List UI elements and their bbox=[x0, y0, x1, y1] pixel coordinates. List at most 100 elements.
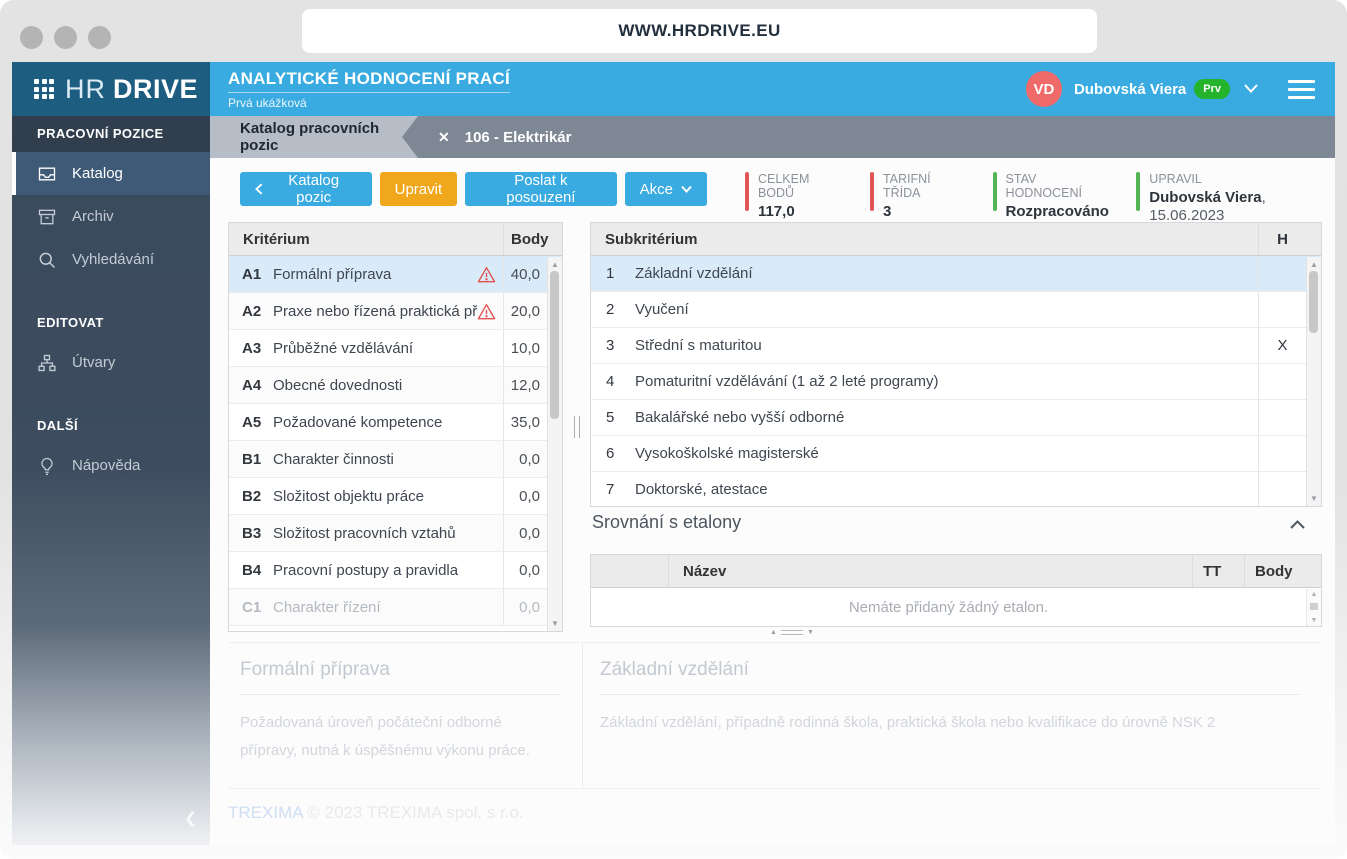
criteria-code: C1 bbox=[229, 599, 267, 616]
column-header-nazev: Název bbox=[669, 563, 1192, 580]
edit-button[interactable]: Upravit bbox=[380, 172, 458, 206]
scroll-down-icon[interactable]: ▼ bbox=[1307, 494, 1321, 503]
avatar: VD bbox=[1026, 71, 1062, 107]
criteria-value: 0,0 bbox=[503, 515, 547, 551]
send-button-label: Poslat k posouzení bbox=[480, 172, 601, 206]
close-icon[interactable]: ✕ bbox=[438, 129, 450, 146]
scroll-down-icon[interactable]: ▼ bbox=[1307, 617, 1321, 624]
stat-block: TARIFNÍ TŘÍDA 3 bbox=[870, 172, 967, 225]
chevron-left-icon bbox=[255, 183, 263, 195]
etalon-section-title: Srovnání s etalony bbox=[592, 512, 741, 533]
criteria-table-header: Kritérium Body bbox=[229, 223, 562, 256]
stat-value: Rozpracováno bbox=[1006, 203, 1109, 220]
browser-window: WWW.HRDRIVE.EU HR DRIVE ANALYTICKÉ HODNO… bbox=[0, 0, 1347, 859]
window-dot-icon[interactable] bbox=[54, 26, 77, 49]
subcriteria-scrollbar[interactable]: ▲ ▼ bbox=[1306, 257, 1321, 506]
scroll-up-icon[interactable]: ▲ bbox=[1307, 260, 1321, 269]
address-bar[interactable]: WWW.HRDRIVE.EU bbox=[302, 9, 1097, 53]
app-logo[interactable]: HR DRIVE bbox=[12, 62, 210, 116]
sidebar-item-label: Nápověda bbox=[72, 457, 140, 474]
back-to-catalog-button[interactable]: Katalog pozic bbox=[240, 172, 372, 206]
criteria-row[interactable]: A5 Požadované kompetence 35,0 bbox=[229, 404, 562, 441]
subcriteria-row[interactable]: 6 Vysokoškolské magisterské bbox=[591, 436, 1321, 472]
scrollbar-thumb[interactable] bbox=[1309, 271, 1318, 333]
sidebar-item-napoveda[interactable]: Nápověda bbox=[12, 444, 210, 487]
user-menu[interactable]: VD Dubovská Viera Prv bbox=[1026, 62, 1335, 116]
chevron-down-icon[interactable] bbox=[1244, 80, 1258, 98]
sidebar-item-katalog[interactable]: Katalog bbox=[12, 152, 210, 195]
criteria-code: A2 bbox=[229, 303, 267, 320]
column-header-blank bbox=[591, 555, 669, 587]
sidebar-collapse-chevron-icon[interactable]: ❮ bbox=[184, 809, 197, 827]
actions-dropdown-button[interactable]: Akce bbox=[625, 172, 707, 206]
subcriteria-label: Střední s maturitou bbox=[635, 337, 1258, 354]
subcriteria-number: 2 bbox=[591, 301, 635, 318]
criteria-code: A4 bbox=[229, 377, 267, 394]
stat-color-bar bbox=[993, 172, 997, 211]
criteria-row[interactable]: C1 Charakter řízení 0,0 bbox=[229, 589, 562, 626]
tab-active-position[interactable]: ✕ 106 - Elektrikár bbox=[438, 116, 571, 158]
main-content: Katalog pozic Upravit Poslat k posouzení… bbox=[210, 158, 1335, 845]
subcriteria-row[interactable]: 2 Vyučení bbox=[591, 292, 1321, 328]
window-dot-icon[interactable] bbox=[20, 26, 43, 49]
subcriteria-label: Základní vzdělání bbox=[635, 265, 1258, 282]
vertical-splitter[interactable] bbox=[566, 222, 588, 632]
scrollbar-thumb[interactable] bbox=[550, 271, 559, 419]
criteria-row[interactable]: B2 Složitost objektu práce 0,0 bbox=[229, 478, 562, 515]
criteria-scrollbar[interactable]: ▲ ▼ bbox=[547, 257, 562, 631]
criteria-row[interactable]: B3 Složitost pracovních vztahů 0,0 bbox=[229, 515, 562, 552]
tab-bar: Katalog pracovních pozic ✕ 106 - Elektri… bbox=[210, 116, 1335, 158]
collapse-chevron-up-icon[interactable] bbox=[1290, 516, 1305, 534]
actions-button-label: Akce bbox=[640, 181, 673, 198]
scroll-up-icon[interactable]: ▲ bbox=[1307, 591, 1321, 598]
criteria-value: 0,0 bbox=[503, 441, 547, 477]
criteria-row[interactable]: A1 Formální příprava 40,0 bbox=[229, 256, 562, 293]
tab-label: Katalog pracovních pozic bbox=[240, 120, 418, 154]
column-header-body: Body bbox=[1244, 555, 1306, 587]
scroll-down-icon[interactable]: ▼ bbox=[548, 619, 562, 628]
subcriteria-row[interactable]: 1 Základní vzdělání bbox=[591, 256, 1321, 292]
detail-panel-text: Základní vzdělání, případně rodinná škol… bbox=[600, 709, 1300, 737]
criteria-row[interactable]: A3 Průběžné vzdělávání 10,0 bbox=[229, 330, 562, 367]
detail-panels: Formální příprava Požadovaná úroveň počá… bbox=[228, 642, 1322, 789]
criteria-row[interactable]: A2 Praxe nebo řízená praktická příp... 2… bbox=[229, 293, 562, 330]
horizontal-splitter[interactable]: ▲ ▼ bbox=[770, 629, 814, 636]
sidebar-item-vyhledavani[interactable]: Vyhledávání bbox=[12, 238, 210, 281]
subcriteria-number: 4 bbox=[591, 373, 635, 390]
subcriteria-row[interactable]: 3 Střední s maturitou X bbox=[591, 328, 1321, 364]
criteria-row[interactable]: B1 Charakter činnosti 0,0 bbox=[229, 441, 562, 478]
sidebar-item-utvary[interactable]: Útvary bbox=[12, 341, 210, 384]
subcriteria-row[interactable]: 7 Doktorské, atestace bbox=[591, 472, 1321, 507]
subcriteria-row[interactable]: 4 Pomaturitní vzdělávání (1 až 2 leté pr… bbox=[591, 364, 1321, 400]
send-for-review-button[interactable]: Poslat k posouzení bbox=[465, 172, 616, 206]
criteria-label: Průběžné vzdělávání bbox=[267, 340, 477, 357]
detail-panel-title: Základní vzdělání bbox=[600, 659, 1300, 681]
footer-copyright: TREXIMA © 2023 TREXIMA spol. s r.o. bbox=[228, 803, 524, 823]
criteria-value: 20,0 bbox=[503, 293, 547, 329]
scrollbar-thumb[interactable] bbox=[1310, 603, 1318, 610]
tab-label: 106 - Elektrikár bbox=[465, 129, 572, 146]
subcriteria-number: 7 bbox=[591, 481, 635, 498]
sidebar-item-label: Archiv bbox=[72, 208, 114, 225]
subcriteria-row[interactable]: 5 Bakalářské nebo vyšší odborné bbox=[591, 400, 1321, 436]
stat-block: STAV HODNOCENÍ Rozpracováno bbox=[993, 172, 1111, 225]
subcriteria-h-value bbox=[1258, 400, 1306, 435]
window-dot-icon[interactable] bbox=[88, 26, 111, 49]
grid-dots-icon bbox=[34, 79, 54, 99]
criteria-value: 0,0 bbox=[503, 478, 547, 514]
warning-icon bbox=[477, 303, 503, 320]
detail-panel-title: Formální příprava bbox=[240, 659, 560, 681]
scroll-up-icon[interactable]: ▲ bbox=[548, 260, 562, 269]
hamburger-menu-icon[interactable] bbox=[1288, 80, 1315, 99]
criteria-row[interactable]: A4 Obecné dovednosti 12,0 bbox=[229, 367, 562, 404]
sidebar-item-archiv[interactable]: Archiv bbox=[12, 195, 210, 238]
tab-katalog-pracovnich-pozic[interactable]: Katalog pracovních pozic bbox=[210, 116, 418, 158]
etalon-scrollbar[interactable]: ▲ ▼ bbox=[1306, 589, 1321, 626]
sidebar-section-pracovni-pozice: PRACOVNÍ POZICE bbox=[12, 116, 210, 152]
criteria-label: Požadované kompetence bbox=[267, 414, 477, 431]
etalon-table-header: Název TT Body bbox=[591, 555, 1321, 588]
criteria-row[interactable]: B4 Pracovní postupy a pravidla 0,0 bbox=[229, 552, 562, 589]
divider bbox=[240, 694, 560, 695]
stat-label: CELKEM BODŮ bbox=[758, 172, 844, 200]
criteria-label: Složitost pracovních vztahů bbox=[267, 525, 477, 542]
